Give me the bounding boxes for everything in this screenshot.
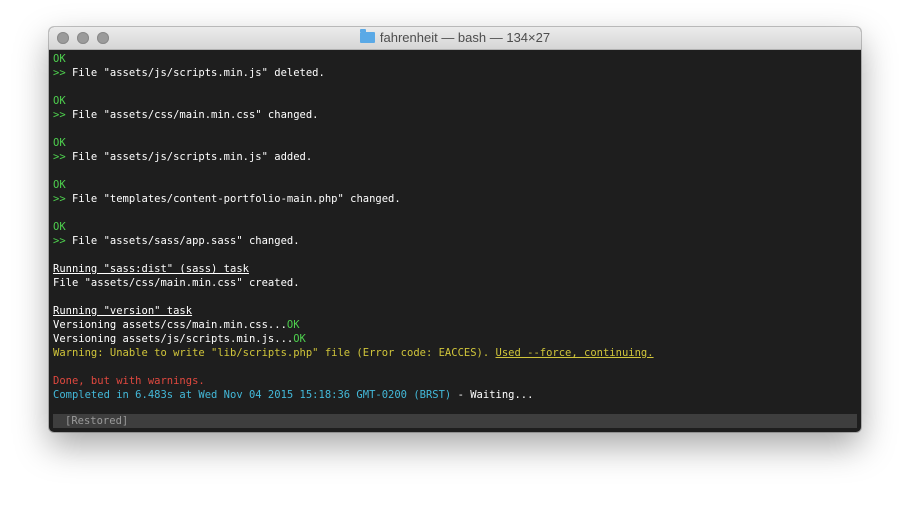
terminal-line: Running "version" task — [53, 304, 857, 318]
terminal-text: File "assets/js/scripts.min.js" added. — [71, 151, 313, 163]
terminal-text: File "assets/js/scripts.min.js" deleted. — [71, 67, 325, 79]
terminal-text: - Waiting... — [451, 389, 534, 401]
terminal-line: OK — [53, 178, 857, 192]
terminal-window: fahrenheit — bash — 134×27 OK >> File "as… — [49, 27, 861, 432]
terminal-output[interactable]: OK >> File "assets/js/scripts.min.js" del… — [53, 52, 857, 402]
terminal-line: Done, but with warnings. — [53, 374, 857, 388]
terminal-text: Used --force, continuing. — [495, 347, 654, 359]
terminal-text: File "templates/content-portfolio-main.p… — [71, 193, 401, 205]
terminal-text: Versioning assets/js/scripts.min.js... — [53, 333, 294, 345]
terminal-text: >> — [53, 109, 72, 121]
terminal-text: Completed in 6.483s at Wed Nov 04 2015 1… — [53, 389, 452, 401]
terminal-line: OK — [53, 220, 857, 234]
terminal-text: OK — [286, 319, 300, 331]
restored-bar: [Restored] — [53, 414, 857, 428]
terminal-text: OK — [53, 137, 66, 149]
terminal-text: >> — [53, 235, 72, 247]
terminal-line: OK — [53, 52, 857, 66]
terminal-line: >> File "templates/content-portfolio-mai… — [53, 192, 857, 206]
terminal-text: OK — [293, 333, 306, 345]
title-bar[interactable]: fahrenheit — bash — 134×27 — [49, 27, 861, 50]
terminal-text: File "assets/css/main.min.css" created. — [53, 277, 300, 289]
window-title-area: fahrenheit — bash — 134×27 — [49, 29, 861, 45]
terminal-text: OK — [53, 179, 66, 191]
terminal-text: >> — [53, 67, 72, 79]
terminal-text: Warning: Unable to write "lib/scripts.ph… — [53, 347, 496, 359]
terminal-line: >> File "assets/css/main.min.css" change… — [53, 108, 857, 122]
terminal-line: OK — [53, 94, 857, 108]
terminal-text: Done, but with warnings. — [53, 375, 205, 387]
terminal-text: >> — [53, 193, 72, 205]
terminal-line: Running "sass:dist" (sass) task — [53, 262, 857, 276]
terminal-text: >> — [53, 151, 72, 163]
terminal-line: >> File "assets/sass/app.sass" changed. — [53, 234, 857, 248]
terminal-line: Versioning assets/js/scripts.min.js...OK — [53, 332, 857, 346]
terminal-text: Versioning assets/css/main.min.css... — [53, 319, 287, 331]
terminal-line: Completed in 6.483s at Wed Nov 04 2015 1… — [53, 388, 857, 402]
terminal-text: Running "sass:dist" (sass) task — [53, 263, 249, 275]
restored-label: [Restored] — [65, 415, 129, 427]
terminal-text: File "assets/css/main.min.css" changed. — [71, 109, 319, 121]
terminal-line: Versioning assets/css/main.min.css...OK — [53, 318, 857, 332]
terminal-text: OK — [53, 221, 66, 233]
terminal-line: >> File "assets/js/scripts.min.js" delet… — [53, 66, 857, 80]
window-title: fahrenheit — bash — 134×27 — [379, 30, 551, 45]
terminal-text: OK — [53, 53, 66, 65]
terminal-line: >> File "assets/js/scripts.min.js" added… — [53, 150, 857, 164]
terminal-line: File "assets/css/main.min.css" created. — [53, 276, 857, 290]
folder-icon — [359, 29, 375, 43]
terminal-text: File "assets/sass/app.sass" changed. — [71, 235, 300, 247]
terminal-text: Running "version" task — [53, 305, 193, 317]
terminal-line: Warning: Unable to write "lib/scripts.ph… — [53, 346, 857, 360]
terminal-text: OK — [53, 95, 66, 107]
terminal-line: OK — [53, 136, 857, 150]
